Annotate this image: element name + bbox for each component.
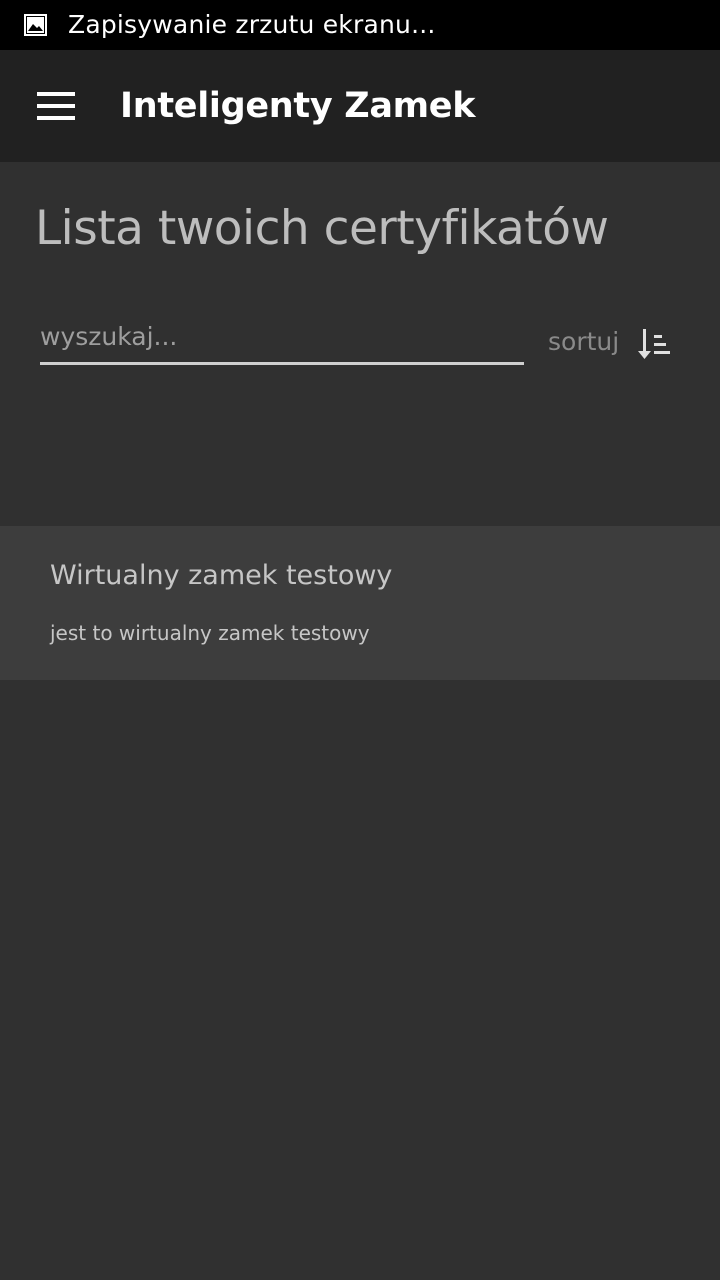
search-input[interactable]: [40, 316, 524, 356]
sort-button[interactable]: [636, 324, 676, 364]
certificate-description: jest to wirtualny zamek testowy: [50, 621, 370, 645]
status-bar: Zapisywanie zrzutu ekranu...: [0, 0, 720, 50]
certificate-list-item[interactable]: Wirtualny zamek testowy jest to wirtualn…: [0, 526, 720, 680]
app-title: Inteligenty Zamek: [120, 86, 476, 126]
hamburger-menu-icon: [37, 92, 75, 120]
menu-button[interactable]: [24, 74, 88, 138]
sort-ascending-icon: [638, 329, 670, 359]
app-bar: Inteligenty Zamek: [0, 50, 720, 162]
sort-label[interactable]: sortuj: [548, 326, 619, 358]
main-content: Lista twoich certyfikatów sortuj Wirtual…: [0, 162, 720, 1280]
page-title: Lista twoich certyfikatów: [35, 201, 609, 256]
image-icon: [24, 14, 47, 36]
search-field: [40, 312, 524, 365]
certificate-title: Wirtualny zamek testowy: [50, 560, 393, 591]
status-notification-text: Zapisywanie zrzutu ekranu...: [68, 10, 436, 39]
